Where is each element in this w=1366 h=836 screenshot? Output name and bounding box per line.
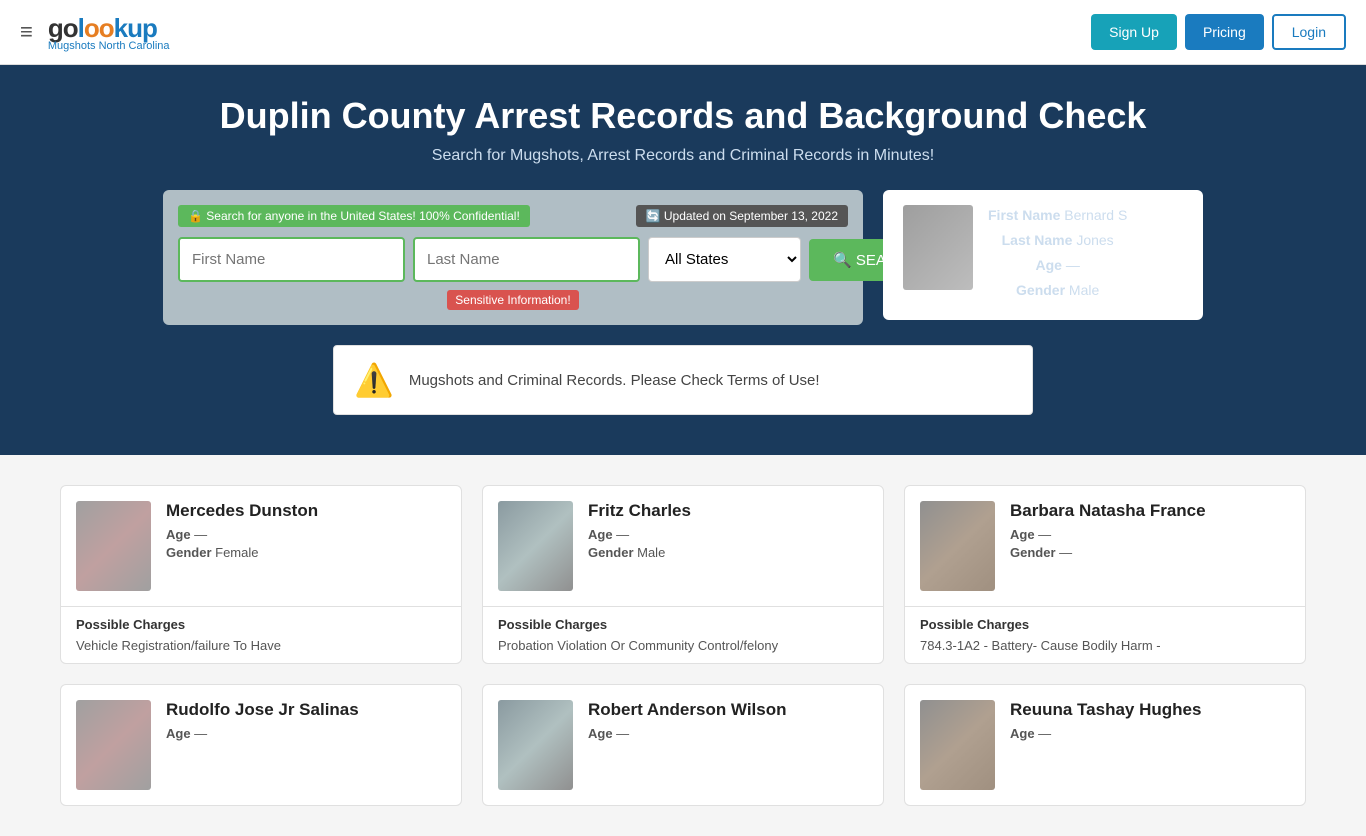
terms-text: Mugshots and Criminal Records. Please Ch… <box>409 372 820 389</box>
person-info: Fritz Charles Age — Gender Male <box>588 501 691 563</box>
profile-lastname: Last Name Jones <box>988 230 1127 251</box>
person-age: Age — <box>588 726 787 741</box>
sensitive-badge: Sensitive Information! <box>447 290 578 310</box>
logo: golookup <box>48 13 170 44</box>
charges-section: Possible Charges Probation Violation Or … <box>483 606 883 663</box>
person-age: Age — <box>166 726 359 741</box>
person-card-top: Robert Anderson Wilson Age — <box>483 685 883 805</box>
person-avatar <box>920 700 995 790</box>
person-age: Age — <box>588 527 691 542</box>
profile-info: First Name Bernard S Last Name Jones Age… <box>988 205 1127 305</box>
charges-title: Possible Charges <box>498 617 868 632</box>
updated-badge: 🔄 Updated on September 13, 2022 <box>636 205 848 227</box>
pricing-button[interactable]: Pricing <box>1185 14 1264 50</box>
profile-avatar <box>903 205 973 290</box>
cards-grid: Mercedes Dunston Age — Gender Female Pos… <box>60 485 1306 806</box>
confidential-badge: 🔒 Search for anyone in the United States… <box>178 205 530 227</box>
profile-firstname: First Name Bernard S <box>988 205 1127 226</box>
warning-icon: ⚠️ <box>354 361 394 399</box>
search-inputs: All StatesAlabamaAlaskaArizonaArkansasCa… <box>178 237 848 282</box>
person-name: Fritz Charles <box>588 501 691 521</box>
person-info: Reuuna Tashay Hughes Age — <box>1010 700 1201 744</box>
hero-subtitle: Search for Mugshots, Arrest Records and … <box>20 147 1346 165</box>
person-info: Mercedes Dunston Age — Gender Female <box>166 501 318 563</box>
person-gender: Gender Male <box>588 545 691 560</box>
person-age: Age — <box>1010 726 1201 741</box>
profile-age: Age — <box>988 255 1127 276</box>
person-name: Mercedes Dunston <box>166 501 318 521</box>
charges-text: 784.3-1A2 - Battery- Cause Bodily Harm - <box>920 638 1290 653</box>
profile-card-inner: First Name Bernard S Last Name Jones Age… <box>903 205 1183 305</box>
cards-section: Mercedes Dunston Age — Gender Female Pos… <box>0 455 1366 836</box>
person-card-top: Reuuna Tashay Hughes Age — <box>905 685 1305 805</box>
first-name-input[interactable] <box>178 237 405 282</box>
search-top-bar: 🔒 Search for anyone in the United States… <box>178 205 848 227</box>
person-info: Robert Anderson Wilson Age — <box>588 700 787 744</box>
person-card[interactable]: Reuuna Tashay Hughes Age — <box>904 684 1306 806</box>
person-card-top: Rudolfo Jose Jr Salinas Age — <box>61 685 461 805</box>
logo-area: golookup Mugshots North Carolina <box>48 13 170 52</box>
person-avatar <box>498 700 573 790</box>
header-buttons: Sign Up Pricing Login <box>1091 14 1346 50</box>
page-title: Duplin County Arrest Records and Backgro… <box>20 95 1346 137</box>
person-name: Reuuna Tashay Hughes <box>1010 700 1201 720</box>
person-avatar <box>76 700 151 790</box>
person-name: Rudolfo Jose Jr Salinas <box>166 700 359 720</box>
person-card[interactable]: Robert Anderson Wilson Age — <box>482 684 884 806</box>
charges-title: Possible Charges <box>76 617 446 632</box>
person-card[interactable]: Fritz Charles Age — Gender Male Possible… <box>482 485 884 664</box>
person-avatar <box>76 501 151 591</box>
last-name-input[interactable] <box>413 237 640 282</box>
person-avatar <box>920 501 995 591</box>
person-card[interactable]: Barbara Natasha France Age — Gender — Po… <box>904 485 1306 664</box>
person-info: Rudolfo Jose Jr Salinas Age — <box>166 700 359 744</box>
person-card[interactable]: Mercedes Dunston Age — Gender Female Pos… <box>60 485 462 664</box>
charges-section: Possible Charges 784.3-1A2 - Battery- Ca… <box>905 606 1305 663</box>
header-left: ≡ golookup Mugshots North Carolina <box>20 13 170 52</box>
person-age: Age — <box>166 527 318 542</box>
state-select[interactable]: All StatesAlabamaAlaskaArizonaArkansasCa… <box>648 237 801 282</box>
login-button[interactable]: Login <box>1272 14 1346 50</box>
person-age: Age — <box>1010 527 1206 542</box>
profile-gender: Gender Male <box>988 280 1127 301</box>
person-card-top: Fritz Charles Age — Gender Male <box>483 486 883 606</box>
charges-text: Vehicle Registration/failure To Have <box>76 638 446 653</box>
search-area: 🔒 Search for anyone in the United States… <box>20 190 1346 325</box>
terms-bar: ⚠️ Mugshots and Criminal Records. Please… <box>333 345 1033 415</box>
person-info: Barbara Natasha France Age — Gender — <box>1010 501 1206 563</box>
person-name: Barbara Natasha France <box>1010 501 1206 521</box>
person-name: Robert Anderson Wilson <box>588 700 787 720</box>
person-card-top: Mercedes Dunston Age — Gender Female <box>61 486 461 606</box>
person-gender: Gender — <box>1010 545 1206 560</box>
search-box: 🔒 Search for anyone in the United States… <box>163 190 863 325</box>
person-card[interactable]: Rudolfo Jose Jr Salinas Age — <box>60 684 462 806</box>
charges-section: Possible Charges Vehicle Registration/fa… <box>61 606 461 663</box>
profile-card: First Name Bernard S Last Name Jones Age… <box>883 190 1203 320</box>
signup-button[interactable]: Sign Up <box>1091 14 1177 50</box>
charges-title: Possible Charges <box>920 617 1290 632</box>
hero-section: Duplin County Arrest Records and Backgro… <box>0 65 1366 455</box>
charges-text: Probation Violation Or Community Control… <box>498 638 868 653</box>
person-card-top: Barbara Natasha France Age — Gender — <box>905 486 1305 606</box>
logo-subtitle: Mugshots North Carolina <box>48 40 170 52</box>
person-avatar <box>498 501 573 591</box>
header: ≡ golookup Mugshots North Carolina Sign … <box>0 0 1366 65</box>
menu-icon[interactable]: ≡ <box>20 19 33 45</box>
person-gender: Gender Female <box>166 545 318 560</box>
